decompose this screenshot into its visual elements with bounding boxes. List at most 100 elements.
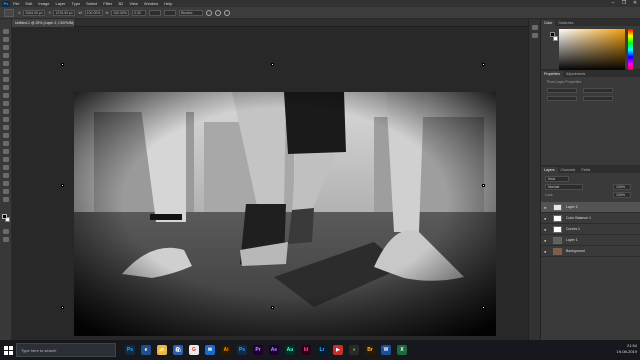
start-button[interactable]: [0, 340, 16, 360]
x-position-field[interactable]: 2064.00 px: [23, 9, 46, 16]
recorder-app-icon[interactable]: ●: [349, 345, 359, 355]
clone-stamp-tool-icon[interactable]: [3, 101, 9, 106]
marquee-tool-icon[interactable]: [3, 37, 9, 42]
tab-layers[interactable]: Layers: [541, 167, 558, 173]
dodge-tool-icon[interactable]: [3, 141, 9, 146]
transform-handle[interactable]: [61, 63, 64, 66]
more-tools-icon[interactable]: [3, 197, 9, 202]
bg-color-swatch[interactable]: [553, 36, 558, 41]
skew-h-field[interactable]: [149, 9, 162, 16]
color-picker-field[interactable]: [559, 29, 625, 71]
eraser-tool-icon[interactable]: [3, 117, 9, 122]
excel-app-icon[interactable]: X: [397, 345, 407, 355]
quick-select-tool-icon[interactable]: [3, 53, 9, 58]
word-app-icon[interactable]: W: [381, 345, 391, 355]
shape-tool-icon[interactable]: [3, 173, 9, 178]
file-explorer-icon[interactable]: 📁: [157, 345, 167, 355]
menu-select[interactable]: Select: [86, 1, 97, 6]
frame-tool-icon[interactable]: [3, 69, 9, 74]
transform-y-field[interactable]: [583, 96, 613, 101]
maximize-icon[interactable]: ❐: [619, 0, 629, 7]
layer-row[interactable]: ● Curves 1: [541, 224, 640, 235]
tab-color[interactable]: Color: [541, 20, 556, 26]
tab-swatches[interactable]: Swatches: [555, 20, 576, 26]
history-brush-tool-icon[interactable]: [3, 109, 9, 114]
menu-edit[interactable]: Edit: [25, 1, 32, 6]
photoshop-app-icon[interactable]: Ps: [125, 345, 135, 355]
transform-handle[interactable]: [61, 184, 64, 187]
mail-app-icon[interactable]: ✉: [205, 345, 215, 355]
blend-mode-select[interactable]: Normal: [545, 184, 583, 190]
menu-3d[interactable]: 3D: [118, 1, 123, 6]
store-app-icon[interactable]: 🛍: [173, 345, 183, 355]
eyedropper-tool-icon[interactable]: [3, 77, 9, 82]
after-effects-app-icon[interactable]: Ae: [269, 345, 279, 355]
eye-icon[interactable]: ●: [544, 249, 550, 254]
transform-handle[interactable]: [61, 306, 64, 309]
menu-layer[interactable]: Layer: [55, 1, 65, 6]
audition-app-icon[interactable]: Au: [285, 345, 295, 355]
layer-row[interactable]: ● Color Balance 1: [541, 213, 640, 224]
premiere-app-icon[interactable]: Pr: [253, 345, 263, 355]
type-tool-icon[interactable]: [3, 157, 9, 162]
width-field[interactable]: 100.00%: [84, 9, 103, 16]
y-position-field[interactable]: 1376.00 px: [53, 9, 76, 16]
layer-kind-filter[interactable]: Kind: [545, 176, 569, 182]
menu-type[interactable]: Type: [72, 1, 81, 6]
tab-channels[interactable]: Channels: [558, 167, 579, 173]
transform-handle[interactable]: [271, 63, 274, 66]
menu-view[interactable]: View: [129, 1, 138, 6]
lasso-tool-icon[interactable]: [3, 45, 9, 50]
menu-image[interactable]: Image: [38, 1, 49, 6]
gradient-tool-icon[interactable]: [3, 125, 9, 130]
brush-tool-icon[interactable]: [3, 93, 9, 98]
canvas-area[interactable]: [12, 27, 528, 340]
eye-icon[interactable]: ●: [544, 227, 550, 232]
character-panel-icon[interactable]: [532, 33, 538, 38]
zoom-tool-icon[interactable]: [3, 189, 9, 194]
menu-help[interactable]: Help: [164, 1, 172, 6]
hand-tool-icon[interactable]: [3, 181, 9, 186]
lightroom-app-icon[interactable]: Lr: [317, 345, 327, 355]
menu-filter[interactable]: Filter: [103, 1, 112, 6]
indesign-app-icon[interactable]: Id: [301, 345, 311, 355]
layer-row[interactable]: ● Layer 2: [541, 202, 640, 213]
history-panel-icon[interactable]: [532, 25, 538, 30]
fill-field[interactable]: 100%: [613, 192, 631, 198]
hue-slider[interactable]: [628, 29, 633, 71]
interpolation-select[interactable]: Bicubic: [179, 9, 204, 16]
menu-window[interactable]: Window: [144, 1, 158, 6]
height-field[interactable]: 100.00%: [111, 9, 130, 16]
eye-icon[interactable]: ●: [544, 216, 550, 221]
illustrator-app-icon[interactable]: Ai: [221, 345, 231, 355]
transform-x-field[interactable]: [547, 96, 577, 101]
transform-handle[interactable]: [482, 184, 485, 187]
commit-transform-icon[interactable]: [224, 9, 231, 16]
photoshop-app-icon-2[interactable]: Ps: [237, 345, 247, 355]
minimize-icon[interactable]: –: [608, 0, 618, 7]
move-tool-icon[interactable]: [3, 29, 9, 34]
chrome-app-icon[interactable]: G: [189, 345, 199, 355]
transform-h-field[interactable]: [583, 88, 613, 93]
tab-properties[interactable]: Properties: [541, 71, 563, 77]
pen-tool-icon[interactable]: [3, 149, 9, 154]
tab-paths[interactable]: Paths: [578, 167, 593, 173]
edge-app-icon[interactable]: e: [141, 345, 151, 355]
transform-handle[interactable]: [482, 63, 485, 66]
menu-file[interactable]: File: [13, 1, 19, 6]
eye-icon[interactable]: ●: [544, 205, 550, 210]
transform-handle[interactable]: [271, 306, 274, 309]
media-app-icon[interactable]: ▶: [333, 345, 343, 355]
transform-handle[interactable]: [482, 306, 485, 309]
tab-adjustments[interactable]: Adjustments: [563, 71, 588, 77]
taskbar-search-box[interactable]: Type here to search: [16, 343, 116, 357]
cancel-transform-icon[interactable]: [215, 9, 222, 16]
layer-row[interactable]: ● Background: [541, 246, 640, 257]
eye-icon[interactable]: ●: [544, 238, 550, 243]
skew-v-field[interactable]: [164, 9, 177, 16]
warp-icon[interactable]: [206, 9, 213, 16]
healing-brush-tool-icon[interactable]: [3, 85, 9, 90]
crop-tool-icon[interactable]: [3, 61, 9, 66]
path-selection-tool-icon[interactable]: [3, 165, 9, 170]
system-clock[interactable]: 21:54 19-08-2019: [617, 343, 637, 355]
